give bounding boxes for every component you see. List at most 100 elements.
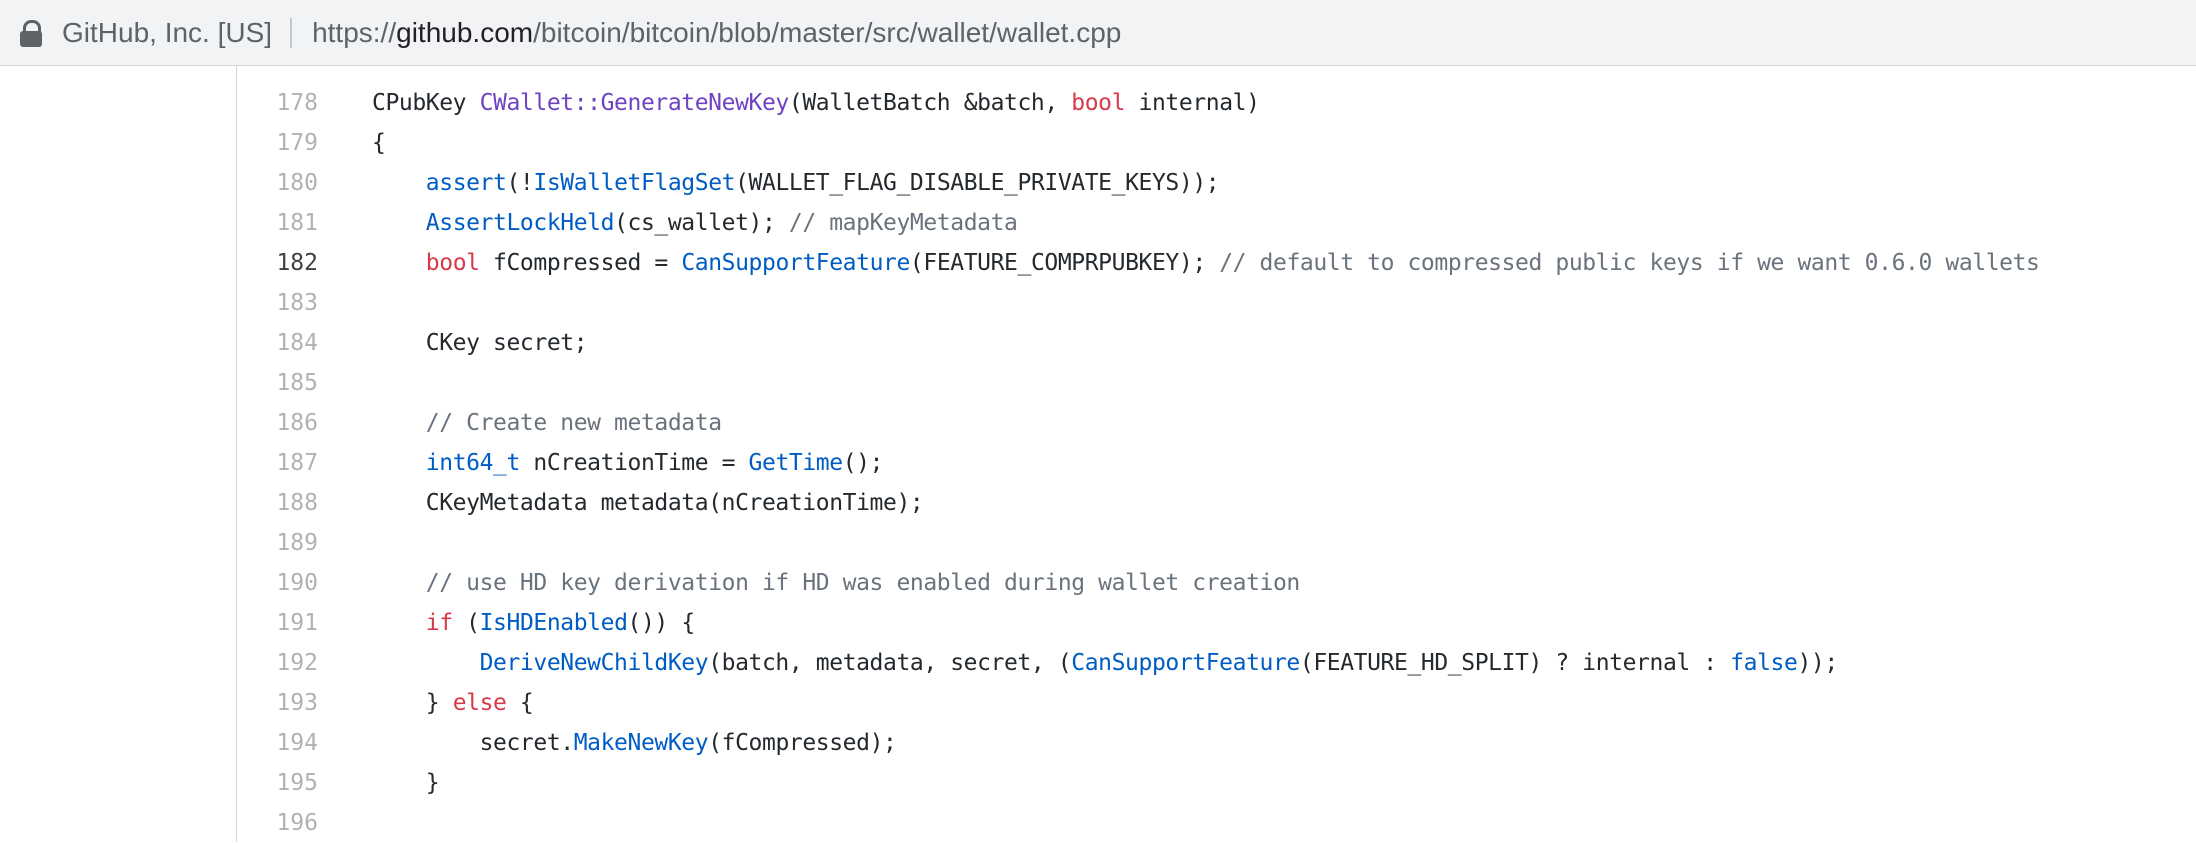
code-token: DeriveNewChildKey [479,650,709,676]
line-number[interactable]: 193 [238,683,318,723]
code-token: // mapKeyMetadata [788,210,1018,236]
code-token: CKey secret; [372,330,588,356]
code-token: { [506,690,534,716]
line-number[interactable]: 192 [238,643,318,683]
code-line: 185 [0,363,2196,403]
code-token: GetTime [748,450,844,476]
code-text: CPubKey CWallet::GenerateNewKey(WalletBa… [372,83,1260,123]
line-number[interactable]: 186 [238,403,318,443]
code-token: secret. [372,730,575,756]
line-number[interactable]: 190 [238,563,318,603]
code-token: assert [425,170,507,196]
code-token: CWallet::GenerateNewKey [479,90,790,116]
code-text: DeriveNewChildKey(batch, metadata, secre… [372,643,1839,683]
line-number[interactable]: 178 [238,83,318,123]
code-token: (); [842,450,884,476]
line-number[interactable]: 194 [238,723,318,763]
code-line: 182 bool fCompressed = CanSupportFeature… [0,243,2196,283]
code-lines: 178 CPubKey CWallet::GenerateNewKey(Walle… [0,83,2196,843]
line-number[interactable]: 196 [238,803,318,843]
code-line: 190 // use HD key derivation if HD was e… [0,563,2196,603]
line-number[interactable]: 187 [238,443,318,483]
code-text: AssertLockHeld(cs_wallet); // mapKeyMeta… [372,203,1018,243]
code-text: { [372,123,386,163]
code-token: )); [1797,650,1838,676]
code-text: bool fCompressed = CanSupportFeature(FEA… [372,243,2040,283]
line-number[interactable]: 189 [238,523,318,563]
address-divider [290,17,293,48]
code-text: // Create new metadata [372,403,722,443]
code-text: assert(!IsWalletFlagSet(WALLET_FLAG_DISA… [372,163,1220,203]
code-line: 189 [0,523,2196,563]
code-token: nCreationTime = [519,450,749,476]
code-line: 195 } [0,763,2196,803]
code-token: false [1730,650,1798,676]
line-number[interactable]: 183 [238,283,318,323]
site-identity[interactable]: GitHub, Inc. [US] [62,17,272,49]
code-line: 192 DeriveNewChildKey(batch, metadata, s… [0,643,2196,683]
code-line: 194 secret.MakeNewKey(fCompressed); [0,723,2196,763]
code-token: fCompressed = [479,250,682,276]
line-number[interactable]: 180 [238,163,318,203]
line-number[interactable]: 191 [238,603,318,643]
code-line: 193 } else { [0,683,2196,723]
code-line: 187 int64_t nCreationTime = GetTime(); [0,443,2196,483]
url-scheme: https:// [312,16,397,48]
code-line: 178 CPubKey CWallet::GenerateNewKey(Walle… [0,83,2196,123]
code-token: (WalletBatch &batch, [788,90,1072,116]
code-line: 186 // Create new metadata [0,403,2196,443]
code-token: AssertLockHeld [425,210,615,236]
line-number[interactable]: 182 [238,243,318,283]
code-token: bool [1071,90,1126,116]
line-number[interactable]: 188 [238,483,318,523]
line-number[interactable]: 195 [238,763,318,803]
code-text: } else { [372,683,534,723]
code-token: CanSupportFeature [1071,650,1300,676]
code-token: (WALLET_FLAG_DISABLE_PRIVATE_KEYS)); [735,170,1220,196]
code-line: 179 { [0,123,2196,163]
code-token: } [372,770,440,796]
line-number[interactable]: 185 [238,363,318,403]
url-path: /bitcoin/bitcoin/blob/master/src/wallet/… [533,16,1122,48]
code-text: CKeyMetadata metadata(nCreationTime); [372,483,924,523]
code-token: (FEATURE_HD_SPLIT) ? internal : [1299,650,1731,676]
code-token: (batch, metadata, secret, ( [708,650,1072,676]
code-text: // use HD key derivation if HD was enabl… [372,563,1300,603]
line-number[interactable]: 181 [238,203,318,243]
line-number[interactable]: 179 [238,123,318,163]
code-token: bool [425,250,480,276]
code-token: (fCompressed); [708,730,897,756]
code-token: ( [452,610,480,636]
code-text: CKey secret; [372,323,588,363]
lock-icon[interactable] [18,18,44,48]
code-text: int64_t nCreationTime = GetTime(); [372,443,884,483]
code-token: CKeyMetadata metadata(nCreationTime); [372,490,924,516]
code-line: 184 CKey secret; [0,323,2196,363]
code-line: 191 if (IsHDEnabled()) { [0,603,2196,643]
url-host: github.com [396,16,534,48]
url-text[interactable]: https://github.com/bitcoin/bitcoin/blob/… [312,17,1121,49]
code-token: IsWalletFlagSet [533,170,736,196]
code-token: MakeNewKey [573,730,709,756]
browser-address-bar[interactable]: GitHub, Inc. [US] https://github.com/bit… [0,0,2196,66]
code-line: 180 assert(!IsWalletFlagSet(WALLET_FLAG_… [0,163,2196,203]
code-token: (cs_wallet); [614,210,789,236]
line-number[interactable]: 184 [238,323,318,363]
code-token: // default to compressed public keys if … [1219,250,2040,276]
code-token: CanSupportFeature [681,250,910,276]
code-token: (FEATURE_COMPRPUBKEY); [909,250,1220,276]
code-line: 196 [0,803,2196,843]
code-token: } [372,690,453,716]
code-line: 188 CKeyMetadata metadata(nCreationTime)… [0,483,2196,523]
code-text: } [372,763,440,803]
code-token: (! [506,170,534,196]
code-token: { [372,130,386,156]
code-token: else [452,690,507,716]
